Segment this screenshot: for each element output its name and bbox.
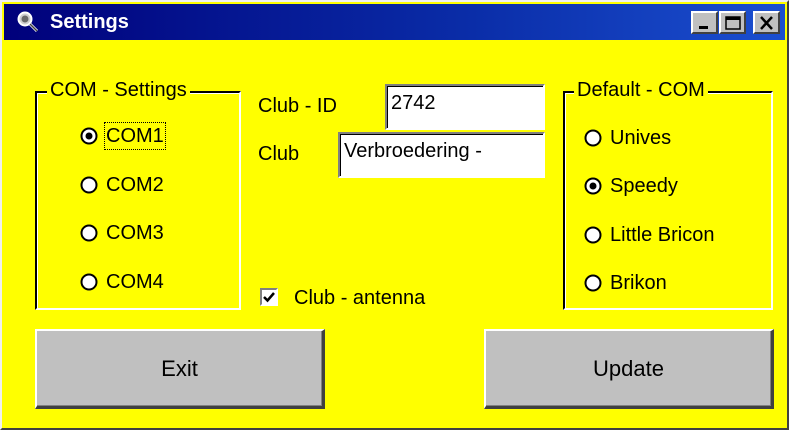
default-com-title: Default - COM xyxy=(574,78,708,102)
radio-label: Little Bricon xyxy=(610,224,715,246)
title-bar[interactable]: Settings xyxy=(4,4,785,40)
magnifier-app-icon xyxy=(17,11,39,33)
radio-icon xyxy=(584,129,602,147)
window-title: Settings xyxy=(50,11,129,33)
close-icon xyxy=(760,16,773,30)
club-name-label: Club xyxy=(258,143,300,165)
radio-icon xyxy=(584,274,602,292)
radio-label: COM4 xyxy=(106,271,164,293)
exit-button[interactable]: Exit xyxy=(35,329,325,409)
checkbox-label: Club - antenna xyxy=(294,287,426,309)
checkmark-icon xyxy=(263,292,275,303)
settings-window: Settings COM - Settings COM1 COM2 COM3 C… xyxy=(0,0,789,430)
radio-selected-icon xyxy=(80,127,98,145)
minimize-icon xyxy=(699,26,708,29)
radio-label: Unives xyxy=(610,127,672,149)
radio-icon xyxy=(80,224,98,242)
maximize-button[interactable] xyxy=(719,11,746,34)
radio-label: COM3 xyxy=(106,222,164,244)
close-button[interactable] xyxy=(753,11,780,34)
radio-label: COM1 xyxy=(104,122,166,150)
radio-icon xyxy=(80,273,98,291)
update-button[interactable]: Update xyxy=(484,329,774,409)
radio-label: Speedy xyxy=(610,175,678,197)
com-settings-title: COM - Settings xyxy=(47,78,190,102)
radio-icon xyxy=(584,226,602,244)
maximize-icon xyxy=(725,16,741,30)
radio-icon xyxy=(80,176,98,194)
checkbox-box xyxy=(260,288,278,306)
radio-selected-icon xyxy=(584,177,602,195)
club-name-field[interactable]: Verbroedering - xyxy=(338,132,545,178)
club-id-field[interactable]: 2742 xyxy=(385,84,545,130)
radio-label: Brikon xyxy=(610,272,667,294)
minimize-button[interactable] xyxy=(691,11,718,34)
radio-label: COM2 xyxy=(106,174,164,196)
club-id-label: Club - ID xyxy=(258,95,337,117)
